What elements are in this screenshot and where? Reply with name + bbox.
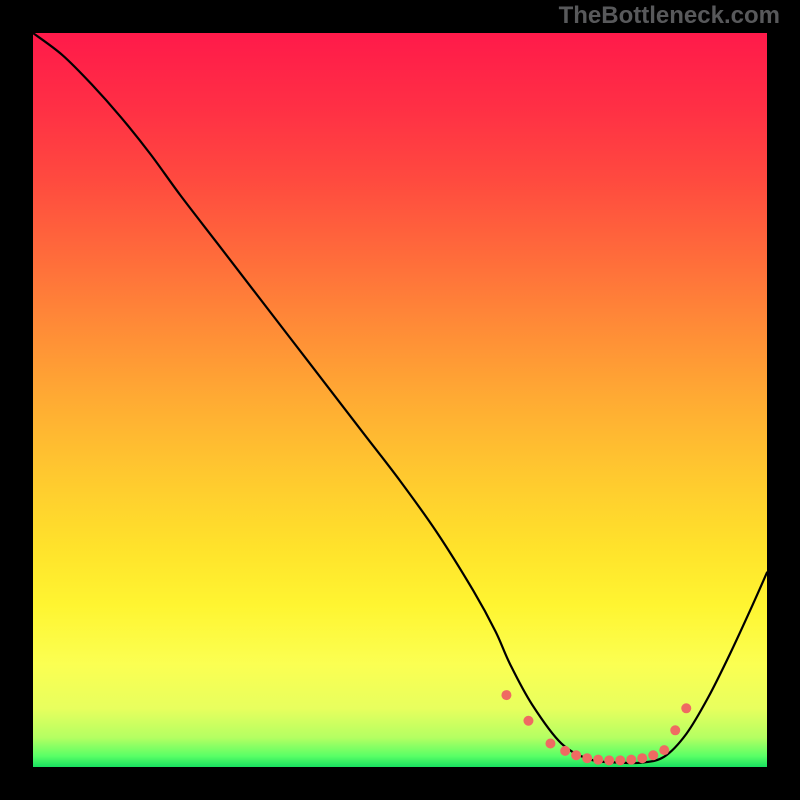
chart-container: TheBottleneck.com (0, 0, 800, 800)
watermark-text: TheBottleneck.com (559, 2, 780, 30)
chart-background (33, 33, 767, 767)
